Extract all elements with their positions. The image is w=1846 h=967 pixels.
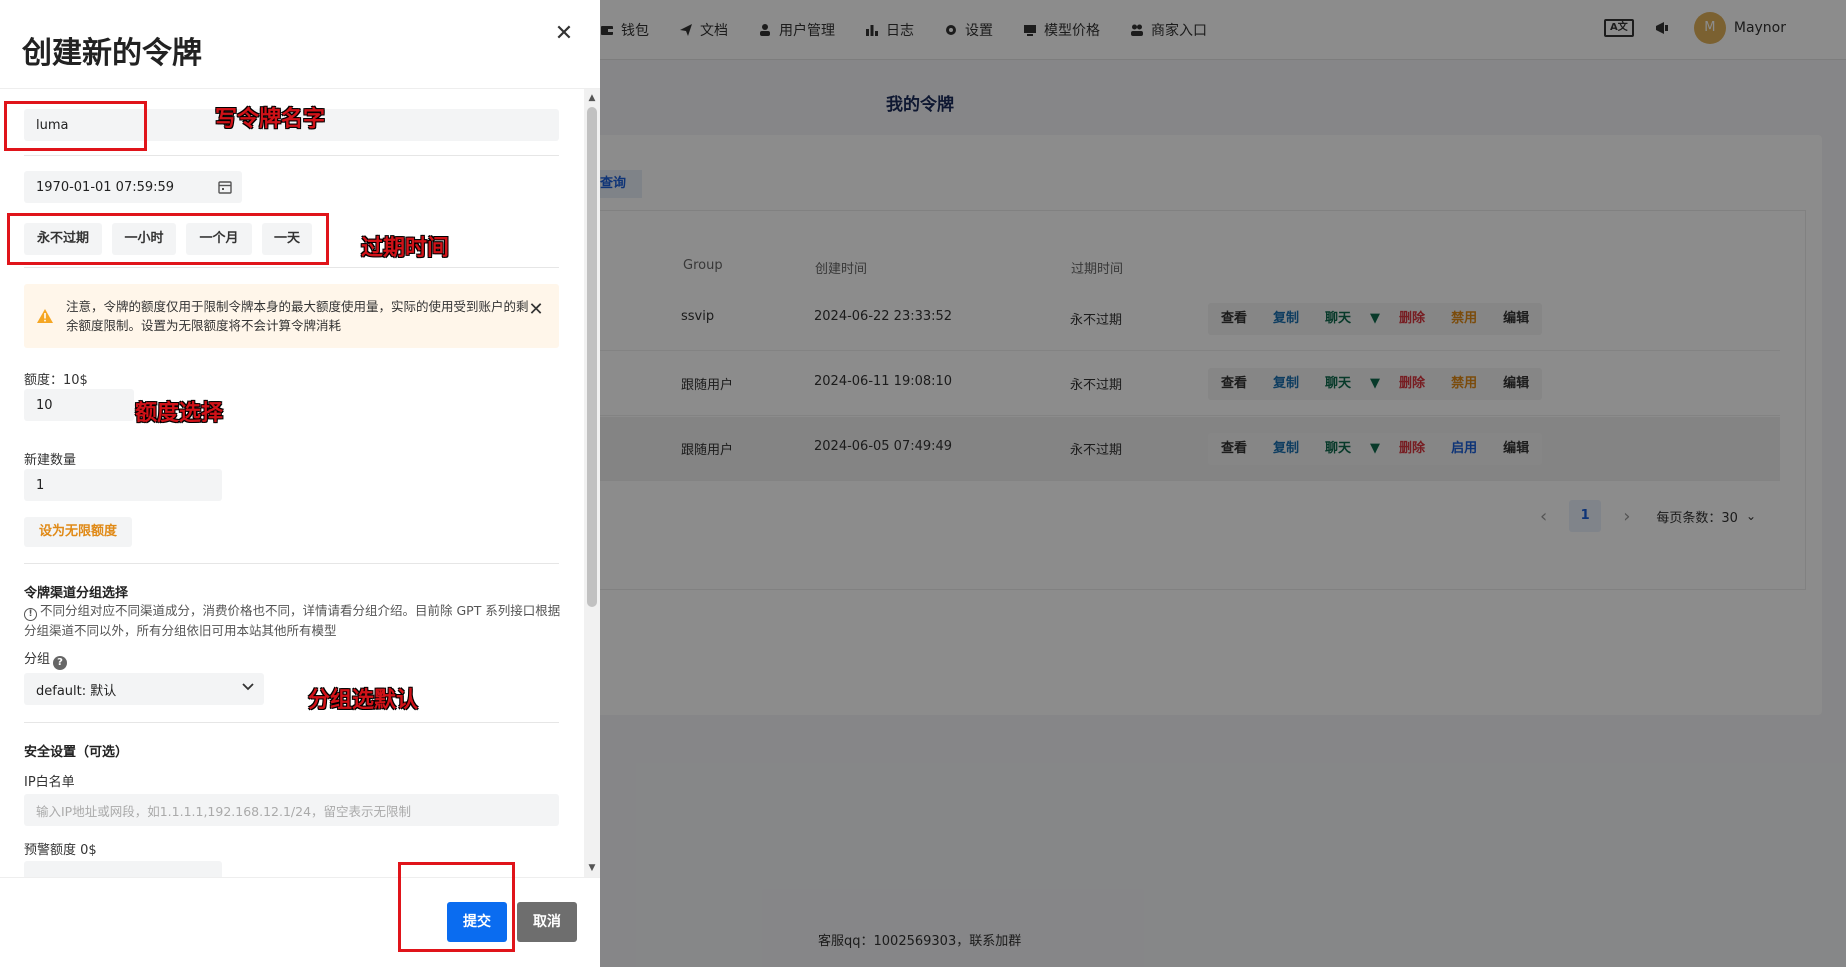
help-icon[interactable]: ? xyxy=(53,656,68,670)
scrollbar[interactable]: ▲ ▼ xyxy=(584,89,600,877)
scroll-down-icon[interactable]: ▼ xyxy=(587,863,597,873)
divider xyxy=(24,267,559,268)
cancel-button[interactable]: 取消 xyxy=(517,902,577,942)
group-select-value: default: 默认 xyxy=(36,683,117,699)
scroll-thumb[interactable] xyxy=(587,107,597,607)
quota-input[interactable]: 10 xyxy=(24,389,134,421)
alert-quota-input[interactable] xyxy=(24,861,222,877)
info-icon: ! xyxy=(24,608,37,621)
count-input[interactable]: 1 xyxy=(24,469,222,501)
alert-quota-label: 预警额度 0$ xyxy=(24,843,97,858)
warning-icon xyxy=(37,309,53,323)
group-select[interactable]: default: 默认 xyxy=(24,673,264,705)
divider xyxy=(24,722,559,723)
annotation-box-name xyxy=(4,101,147,151)
ip-whitelist-input[interactable]: 输入IP地址或网段，如1.1.1.1,192.168.12.1/24，留空表示无… xyxy=(24,794,559,826)
close-icon[interactable]: ✕ xyxy=(526,300,546,320)
group-hint-text: 不同分组对应不同渠道成分，消费价格也不同，详情请看分组介绍。目前除 GPT 系列… xyxy=(24,603,561,638)
ip-whitelist-label: IP白名单 xyxy=(24,775,75,790)
expire-time-value: 1970-01-01 07:59:59 xyxy=(36,179,175,195)
close-icon[interactable]: ✕ xyxy=(552,22,576,46)
annotation-group: 分组选默认 xyxy=(308,688,419,713)
annotation-name: 写令牌名字 xyxy=(215,107,326,132)
group-section-title: 令牌渠道分组选择 xyxy=(24,586,129,601)
set-unlimited-button[interactable]: 设为无限额度 xyxy=(24,517,132,547)
quota-warning-banner: 注意，令牌的额度仅用于限制令牌本身的最大额度使用量，实际的使用受到账户的剩余额度… xyxy=(24,284,559,348)
divider xyxy=(24,155,559,156)
divider xyxy=(24,563,559,564)
sheet-title: 创建新的令牌 xyxy=(22,36,202,71)
security-title: 安全设置（可选） xyxy=(24,745,129,760)
sheet-body: luma 1970-01-01 07:59:59 永不过期 一小时 一个月 一天… xyxy=(0,89,584,877)
chevron-down-icon xyxy=(242,683,254,691)
scroll-up-icon[interactable]: ▲ xyxy=(587,93,597,103)
quota-label: 额度：10$ xyxy=(24,373,88,388)
group-label-wrap: 分组? xyxy=(24,648,68,670)
annotation-box-expire xyxy=(7,213,329,265)
annotation-expire: 过期时间 xyxy=(361,236,450,261)
group-hint: ! 不同分组对应不同渠道成分，消费价格也不同，详情请看分组介绍。目前除 GPT 系… xyxy=(24,601,564,640)
group-label: 分组 xyxy=(24,652,51,667)
count-label: 新建数量 xyxy=(24,453,77,468)
calendar-icon[interactable] xyxy=(218,180,232,194)
expire-time-input[interactable]: 1970-01-01 07:59:59 xyxy=(24,171,242,203)
warning-text: 注意，令牌的额度仅用于限制令牌本身的最大额度使用量，实际的使用受到账户的剩余额度… xyxy=(66,299,529,333)
annotation-box-submit xyxy=(398,862,515,952)
annotation-quota: 额度选择 xyxy=(135,401,224,426)
